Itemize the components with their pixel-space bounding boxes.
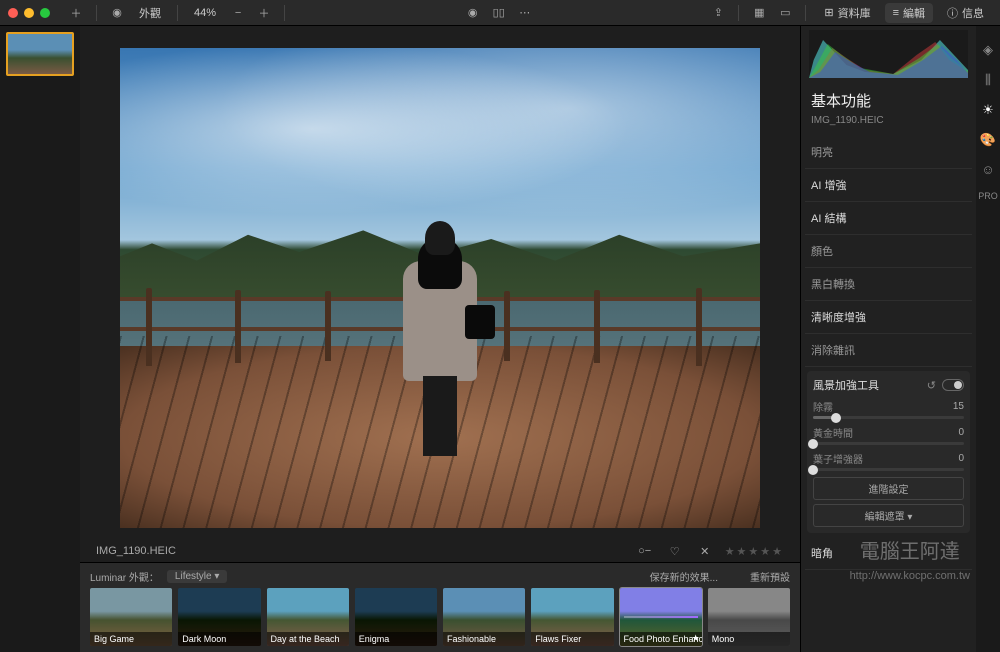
slider-value: 0	[958, 453, 964, 464]
panel-item-sharpness[interactable]: 清晰度增強	[805, 301, 972, 334]
slider-label: 黃金時間	[813, 425, 853, 440]
dehaze-slider[interactable]	[813, 416, 964, 419]
compare-icon[interactable]: ▯▯	[489, 3, 509, 23]
preset-bar: Luminar 外觀： Lifestyle ▾ 保存新的效果... 重新預設 B…	[80, 562, 800, 652]
preset-row: Big Game Dark Moon Day at the Beach Enig…	[90, 588, 790, 646]
histogram[interactable]	[809, 30, 968, 78]
preset-thumb[interactable]: Big Game	[90, 588, 172, 646]
panel-subtitle: IMG_1190.HEIC	[805, 115, 972, 136]
panel-item-ai-enhance[interactable]: AI 增強	[805, 169, 972, 202]
zoom-in-button[interactable]: ＋	[254, 3, 274, 23]
preset-thumb[interactable]: Dark Moon	[178, 588, 260, 646]
favorite-button[interactable]: ♡	[665, 541, 685, 561]
top-toolbar: ＋ ◉ 外觀 44% − ＋ ◉ ▯▯ ⋯ ⇪ ▦ ▭ ⊞資料庫 ≡編輯 ⓘ信息	[0, 0, 1000, 26]
filmstrip-thumbnail-selected[interactable]	[6, 32, 74, 76]
window-controls	[8, 8, 50, 18]
preset-category-dropdown[interactable]: Lifestyle ▾	[167, 570, 228, 583]
file-name: IMG_1190.HEIC	[96, 545, 176, 557]
right-panel: 基本功能 IMG_1190.HEIC 明亮 AI 增強 AI 結構 顏色 黑白轉…	[800, 26, 1000, 652]
pro-badge[interactable]: PRO	[978, 191, 998, 201]
slider-value: 0	[958, 427, 964, 438]
palette-icon[interactable]: 🎨	[980, 132, 996, 148]
preset-thumb-selected[interactable]: Food Photo Enhancer★	[620, 588, 702, 646]
foliage-slider[interactable]	[813, 468, 964, 471]
center-column: IMG_1190.HEIC ○− ♡ ✕ ★★★★★ Luminar 外觀： L…	[80, 26, 800, 652]
flag-toggle[interactable]: ○−	[635, 541, 655, 561]
canvas-area	[80, 26, 800, 540]
sun-icon[interactable]: ☀	[982, 102, 994, 118]
appearance-label[interactable]: 外觀	[133, 5, 167, 21]
rating-stars[interactable]: ★★★★★	[725, 545, 784, 558]
panel-item-ai-structure[interactable]: AI 結構	[805, 202, 972, 235]
preset-reset-button[interactable]: 重新預設	[750, 569, 790, 584]
preset-thumb[interactable]: Flaws Fixer	[531, 588, 613, 646]
filmstrip-left	[0, 26, 80, 652]
panel-item-denoise[interactable]: 消除雜訊	[805, 334, 972, 367]
landscape-tool-title: 風景加強工具	[813, 377, 879, 393]
preset-thumb[interactable]: Mono	[708, 588, 790, 646]
share-icon[interactable]: ⇪	[708, 3, 728, 23]
appearance-icon[interactable]: ◉	[107, 3, 127, 23]
reset-tool-icon[interactable]: ↺	[927, 379, 936, 392]
canvas-info-bar: IMG_1190.HEIC ○− ♡ ✕ ★★★★★	[80, 540, 800, 562]
face-icon[interactable]: ☺	[981, 162, 994, 177]
layers-icon[interactable]: ◈	[983, 42, 993, 58]
preset-thumb[interactable]: Day at the Beach	[267, 588, 349, 646]
panel-item-brightness[interactable]: 明亮	[805, 136, 972, 169]
library-tab[interactable]: ⊞資料庫	[816, 3, 878, 23]
edit-tab[interactable]: ≡編輯	[885, 3, 933, 23]
preset-thumb[interactable]: Enigma	[355, 588, 437, 646]
reject-button[interactable]: ✕	[695, 541, 715, 561]
single-view-icon[interactable]: ▭	[775, 3, 795, 23]
zoom-level[interactable]: 44%	[188, 7, 222, 19]
panel-item-bw[interactable]: 黑白轉換	[805, 268, 972, 301]
panel-item-vignette[interactable]: 暗角	[805, 537, 972, 570]
maximize-window-button[interactable]	[40, 8, 50, 18]
overflow-icon[interactable]: ⋯	[515, 3, 535, 23]
edit-mask-button[interactable]: 編輯遮罩 ▾	[813, 504, 964, 527]
golden-hour-slider[interactable]	[813, 442, 964, 445]
close-window-button[interactable]	[8, 8, 18, 18]
landscape-tool-panel: 風景加強工具 ↺ 除霧 15 黃金時間 0 葉子增強器 0 進階設定 編輯遮罩 ▾	[807, 371, 970, 533]
library-icon: ⊞	[824, 6, 833, 19]
preset-header: Luminar 外觀：	[90, 569, 159, 584]
photo-canvas[interactable]	[120, 48, 760, 528]
eye-icon[interactable]: ◉	[463, 3, 483, 23]
levels-icon[interactable]: ⫼	[985, 72, 991, 88]
preset-thumb[interactable]: Fashionable	[443, 588, 525, 646]
grid-view-icon[interactable]: ▦	[749, 3, 769, 23]
advanced-settings-button[interactable]: 進階設定	[813, 477, 964, 500]
add-tab-button[interactable]: ＋	[66, 3, 86, 23]
panel-title: 基本功能	[805, 86, 972, 115]
slider-label: 除霧	[813, 399, 833, 414]
minimize-window-button[interactable]	[24, 8, 34, 18]
info-icon: ⓘ	[947, 5, 958, 21]
info-tab[interactable]: ⓘ信息	[939, 3, 992, 23]
tool-enable-toggle[interactable]	[942, 379, 964, 391]
right-tool-rail: ◈ ⫼ ☀ 🎨 ☺ PRO	[976, 26, 1000, 652]
panel-item-color[interactable]: 顏色	[805, 235, 972, 268]
preset-save-button[interactable]: 保存新的效果...	[650, 569, 718, 584]
slider-label: 葉子增強器	[813, 451, 863, 466]
slider-value: 15	[953, 401, 964, 412]
zoom-out-button[interactable]: −	[228, 3, 248, 23]
sliders-icon: ≡	[893, 7, 899, 19]
